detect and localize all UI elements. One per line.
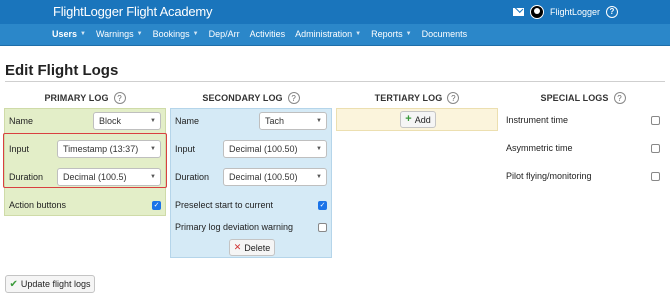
chevron-down-icon: ▼	[355, 31, 362, 37]
secondary-name-row: Name Tach ▼	[175, 111, 327, 131]
chevron-down-icon: ▼	[316, 146, 322, 152]
secondary-duration-label: Duration	[175, 172, 210, 182]
nav-documents[interactable]: Documents	[422, 29, 468, 39]
chevron-down-icon: ▼	[80, 31, 86, 37]
action-buttons-row: Action buttons ✓	[9, 195, 161, 215]
nav-users-label: Users	[52, 29, 78, 39]
update-flight-logs-button[interactable]: ✔ Update flight logs	[5, 275, 95, 293]
nav-administration[interactable]: Administration ▼	[295, 29, 361, 39]
secondary-input-value: Decimal (100.50)	[229, 144, 298, 154]
help-icon[interactable]: ?	[113, 92, 126, 104]
secondary-input-label: Input	[175, 144, 196, 154]
tertiary-log-panel: + Add	[336, 108, 498, 131]
special-logs-title: SPECIAL LOGS	[540, 93, 609, 103]
preselect-checkbox[interactable]: ✓	[318, 200, 327, 210]
secondary-name-value: Tach	[265, 116, 285, 126]
special-item-label: Asymmetric time	[506, 143, 573, 153]
special-logs-heading: SPECIAL LOGS ?	[502, 91, 664, 105]
tertiary-log-heading: TERTIARY LOG ?	[336, 91, 498, 105]
app-title[interactable]: FlightLogger Flight Academy	[53, 4, 213, 19]
check-icon: ✔	[9, 278, 18, 290]
nav-activities-label: Activities	[249, 29, 286, 39]
update-label: Update flight logs	[20, 279, 91, 289]
preselect-row: Preselect start to current ✓	[175, 195, 327, 215]
secondary-duration-select[interactable]: Decimal (100.50) ▼	[223, 168, 327, 186]
title-divider	[5, 81, 665, 82]
chevron-down-icon: ▼	[405, 31, 412, 37]
secondary-name-label: Name	[175, 116, 200, 126]
chevron-down-icon: ▼	[150, 118, 156, 124]
tertiary-log-title: TERTIARY LOG	[374, 93, 443, 103]
special-item-label: Pilot flying/monitoring	[506, 171, 592, 181]
add-label: Add	[414, 114, 431, 125]
special-item-label: Instrument time	[506, 115, 569, 125]
primary-log-title: PRIMARY LOG	[44, 93, 109, 103]
close-icon: ✕	[233, 242, 242, 252]
help-icon[interactable]: ?	[447, 92, 460, 104]
nav-dep-arr[interactable]: Dep/Arr	[209, 29, 240, 39]
deviation-row: Primary log deviation warning	[175, 217, 327, 237]
chevron-down-icon: ▼	[316, 174, 322, 180]
nav-bookings[interactable]: Bookings ▼	[153, 29, 199, 39]
deviation-checkbox[interactable]	[318, 222, 327, 232]
chevron-down-icon: ▼	[192, 31, 199, 37]
add-button[interactable]: + Add	[400, 111, 436, 128]
secondary-input-select[interactable]: Decimal (100.50) ▼	[223, 140, 327, 158]
secondary-log-panel: Name Tach ▼ Input Decimal (100.50) ▼ Dur…	[170, 108, 332, 258]
primary-name-value: Block	[99, 116, 122, 126]
primary-name-row: Name Block ▼	[9, 111, 161, 131]
nav-reports[interactable]: Reports ▼	[371, 29, 411, 39]
nav-bookings-label: Bookings	[152, 29, 190, 39]
page-title: Edit Flight Logs	[5, 62, 119, 79]
asymmetric-time-checkbox[interactable]	[651, 143, 660, 153]
secondary-duration-row: Duration Decimal (100.50) ▼	[175, 167, 327, 187]
nav-warnings-label: Warnings	[95, 29, 134, 39]
secondary-log-heading: SECONDARY LOG ?	[170, 91, 332, 105]
top-right-controls: FlightLogger ?	[512, 3, 618, 21]
plus-icon: +	[405, 113, 412, 125]
preselect-label: Preselect start to current	[175, 200, 274, 210]
user-name[interactable]: FlightLogger	[550, 7, 600, 17]
secondary-input-row: Input Decimal (100.50) ▼	[175, 139, 327, 159]
secondary-log-title: SECONDARY LOG	[202, 93, 283, 103]
chevron-down-icon: ▼	[316, 118, 322, 124]
secondary-name-select[interactable]: Tach ▼	[259, 112, 327, 130]
avatar[interactable]	[529, 5, 544, 19]
top-bar: FlightLogger Flight Academy FlightLogger…	[0, 0, 670, 24]
mail-icon[interactable]	[512, 8, 524, 16]
delete-label: Delete	[244, 242, 271, 253]
nav-activities[interactable]: Activities	[250, 29, 286, 39]
highlight-frame	[3, 133, 167, 188]
nav-warnings[interactable]: Warnings ▼	[96, 29, 143, 39]
delete-button[interactable]: ✕ Delete	[229, 239, 275, 256]
help-icon[interactable]: ?	[287, 92, 300, 104]
help-icon[interactable]: ?	[613, 92, 626, 104]
instrument-time-checkbox[interactable]	[651, 115, 660, 125]
nav-dep-arr-label: Dep/Arr	[208, 29, 240, 39]
nav-users[interactable]: Users ▼	[52, 29, 86, 39]
secondary-duration-value: Decimal (100.50)	[229, 172, 298, 182]
action-buttons-label: Action buttons	[9, 200, 67, 210]
nav-documents-label: Documents	[421, 29, 468, 39]
chevron-down-icon: ▼	[136, 31, 143, 37]
help-icon[interactable]: ?	[606, 6, 618, 18]
primary-log-heading: PRIMARY LOG ?	[4, 91, 166, 105]
nav-administration-label: Administration	[295, 29, 353, 39]
action-buttons-checkbox[interactable]: ✓	[152, 200, 161, 210]
pilot-flying-checkbox[interactable]	[651, 171, 660, 181]
special-item-pilot-flying: Pilot flying/monitoring	[506, 166, 660, 186]
primary-name-select[interactable]: Block ▼	[93, 112, 161, 130]
special-item-instrument: Instrument time	[506, 110, 660, 130]
deviation-label: Primary log deviation warning	[175, 222, 294, 232]
main-nav: Users ▼ Warnings ▼ Bookings ▼ Dep/Arr Activ…	[0, 24, 670, 46]
nav-reports-label: Reports	[371, 29, 403, 39]
primary-name-label: Name	[9, 116, 34, 126]
special-item-asymmetric: Asymmetric time	[506, 138, 660, 158]
